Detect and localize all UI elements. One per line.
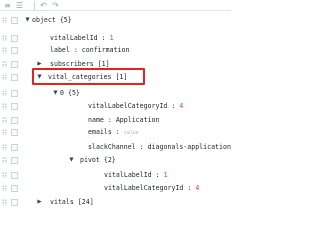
drag-handle-icon[interactable] bbox=[2, 157, 7, 163]
node-separator: : bbox=[167, 102, 180, 110]
tree-row[interactable]: ▼ 0 {5} bbox=[0, 88, 231, 99]
row-menu-button[interactable] bbox=[11, 61, 18, 68]
node-count: [24] bbox=[77, 198, 94, 206]
drag-handle-icon[interactable] bbox=[2, 129, 7, 135]
tree-row[interactable]: label : confirmation bbox=[0, 45, 231, 56]
row-menu-button[interactable] bbox=[11, 199, 18, 206]
expand-arrow-icon[interactable]: ▼ bbox=[24, 16, 31, 24]
node-key[interactable]: vitals bbox=[50, 198, 74, 206]
tree-row[interactable]: ▼ pivot {2} bbox=[0, 155, 231, 166]
node-key[interactable]: name bbox=[88, 116, 104, 124]
row-menu-button[interactable] bbox=[11, 47, 18, 54]
node-label[interactable]: vitalLabelId : 1 bbox=[104, 170, 168, 181]
drag-handle-icon[interactable] bbox=[2, 90, 7, 96]
node-label[interactable]: slackChannel : diagonals-application bbox=[88, 142, 231, 153]
tree-row[interactable]: slackChannel : diagonals-application bbox=[0, 142, 231, 153]
node-key[interactable]: vitalLabelCategoryId bbox=[104, 184, 183, 192]
drag-handle-icon[interactable] bbox=[2, 17, 7, 23]
node-separator: : bbox=[151, 171, 164, 179]
node-key[interactable]: vitalLabelCategoryId bbox=[88, 102, 167, 110]
toolbar-separator bbox=[34, 1, 35, 10]
drag-handle-icon[interactable] bbox=[2, 74, 7, 80]
tree-row[interactable]: name : Application bbox=[0, 115, 231, 126]
node-separator: : bbox=[97, 34, 110, 42]
drag-handle-icon[interactable] bbox=[2, 61, 7, 67]
drag-handle-icon[interactable] bbox=[2, 144, 7, 150]
node-label[interactable]: vitalLabelCategoryId : 4 bbox=[88, 101, 183, 112]
node-separator: : bbox=[183, 184, 196, 192]
node-label[interactable]: 0 {5} bbox=[60, 88, 80, 99]
node-value[interactable]: 4 bbox=[195, 184, 199, 192]
node-label[interactable]: name : Application bbox=[88, 115, 159, 126]
tree-row[interactable]: ▶ subscribers [1] bbox=[0, 59, 231, 70]
row-menu-button[interactable] bbox=[11, 35, 18, 42]
node-label[interactable]: vitalLabelCategoryId : 4 bbox=[104, 183, 199, 194]
node-key[interactable]: emails bbox=[88, 128, 112, 136]
node-value[interactable]: confirmation bbox=[82, 46, 130, 54]
node-key[interactable]: vitalLabelId bbox=[104, 171, 152, 179]
node-label[interactable]: object {5} bbox=[32, 15, 72, 26]
node-key[interactable]: vitalLabelId bbox=[50, 34, 98, 42]
drag-handle-icon[interactable] bbox=[2, 47, 7, 53]
collapse-arrow-icon[interactable]: ▶ bbox=[36, 198, 43, 206]
tree-row[interactable]: vitalLabelId : 1 bbox=[0, 170, 231, 181]
node-key[interactable]: subscribers bbox=[50, 60, 94, 68]
node-label[interactable]: subscribers [1] bbox=[50, 59, 110, 70]
tree-row[interactable]: vitalLabelCategoryId : 4 bbox=[0, 183, 231, 194]
row-menu-button[interactable] bbox=[11, 157, 18, 164]
tree-row[interactable]: ▶ vitals [24] bbox=[0, 197, 231, 208]
tree-row[interactable]: emails : value bbox=[0, 127, 231, 138]
row-menu-button[interactable] bbox=[11, 129, 18, 136]
node-key[interactable]: label bbox=[50, 46, 70, 54]
node-key[interactable]: vital_categories bbox=[48, 73, 112, 81]
expand-arrow-icon[interactable]: ▼ bbox=[68, 156, 75, 164]
node-value[interactable]: diagonals-application bbox=[148, 143, 231, 151]
tree-row[interactable]: vitalLabelId : 1 bbox=[0, 33, 231, 44]
node-key[interactable]: pivot bbox=[80, 156, 100, 164]
collapse-arrow-icon[interactable]: ▶ bbox=[36, 60, 43, 68]
drag-handle-icon[interactable] bbox=[2, 103, 7, 109]
node-key[interactable]: object bbox=[32, 16, 56, 24]
node-label[interactable]: label : confirmation bbox=[50, 45, 129, 56]
expand-arrow-icon[interactable]: ▼ bbox=[36, 73, 43, 81]
drag-handle-icon[interactable] bbox=[2, 172, 7, 178]
tree-row[interactable]: ▼ object {5} bbox=[0, 15, 231, 26]
node-count: [1] bbox=[97, 60, 110, 68]
node-label[interactable]: pivot {2} bbox=[80, 155, 116, 166]
node-value[interactable]: 4 bbox=[179, 102, 183, 110]
node-count: {5} bbox=[67, 89, 80, 97]
row-menu-button[interactable] bbox=[11, 172, 18, 179]
node-count: {2} bbox=[103, 156, 116, 164]
node-key[interactable]: slackChannel bbox=[88, 143, 136, 151]
node-count: {5} bbox=[59, 16, 72, 24]
row-menu-button[interactable] bbox=[11, 103, 18, 110]
node-separator: : bbox=[135, 143, 148, 151]
drag-handle-icon[interactable] bbox=[2, 185, 7, 191]
expand-arrow-icon[interactable]: ▼ bbox=[52, 89, 59, 97]
drag-handle-icon[interactable] bbox=[2, 199, 7, 205]
node-value[interactable]: 1 bbox=[164, 171, 168, 179]
row-menu-button[interactable] bbox=[11, 117, 18, 124]
row-menu-button[interactable] bbox=[11, 90, 18, 97]
node-count: [1] bbox=[115, 73, 128, 81]
node-label[interactable]: vitals [24] bbox=[50, 197, 94, 208]
node-value[interactable]: value bbox=[124, 130, 139, 136]
node-value[interactable]: Application bbox=[116, 116, 160, 124]
drag-handle-icon[interactable] bbox=[2, 35, 7, 41]
row-menu-button[interactable] bbox=[11, 17, 18, 24]
node-label[interactable]: emails : value bbox=[88, 127, 139, 138]
row-menu-button[interactable] bbox=[11, 74, 18, 81]
row-menu-button[interactable] bbox=[11, 144, 18, 151]
node-value[interactable]: 1 bbox=[110, 34, 114, 42]
node-separator: : bbox=[69, 46, 82, 54]
node-label[interactable]: vitalLabelId : 1 bbox=[50, 33, 114, 44]
tree-row[interactable]: vitalLabelCategoryId : 4 bbox=[0, 101, 231, 112]
tree-row[interactable]: ▼ vital_categories [1] bbox=[0, 72, 231, 83]
drag-handle-icon[interactable] bbox=[2, 117, 7, 123]
node-separator: : bbox=[111, 128, 124, 136]
node-label[interactable]: vital_categories [1] bbox=[48, 72, 127, 83]
row-menu-button[interactable] bbox=[11, 185, 18, 192]
node-separator: : bbox=[103, 116, 116, 124]
